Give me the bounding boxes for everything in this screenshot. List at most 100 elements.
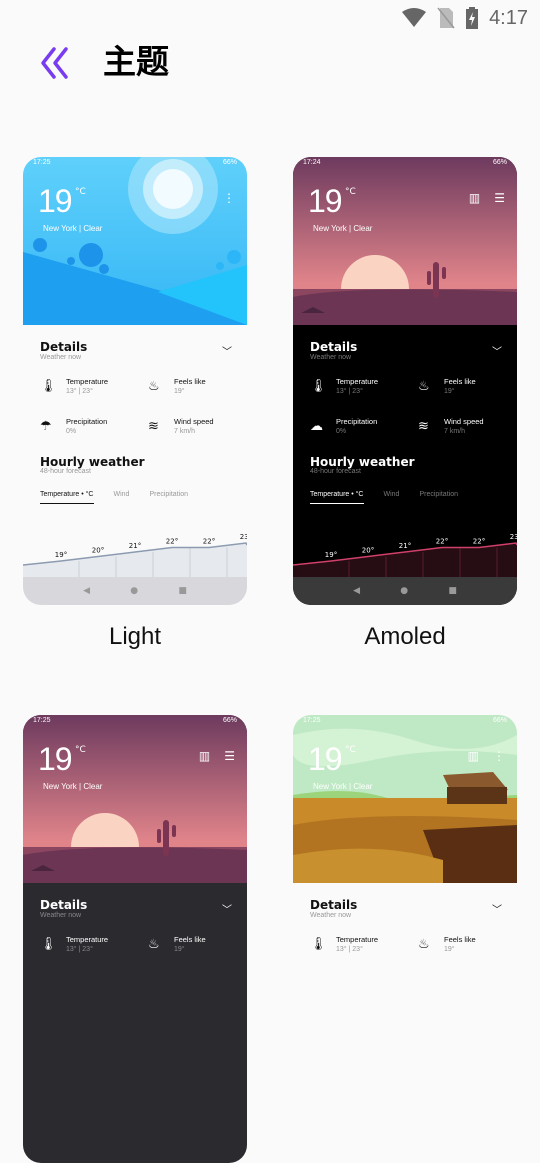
wind-icon: ≋ (418, 419, 429, 434)
theme-card-amoled[interactable]: 17:24 66% 19 °C New York | Clear ▥ ☰ Detai… (293, 157, 517, 605)
detail-item: ☂ Precipitation 0% (40, 417, 140, 447)
city-icon: ▥ (198, 749, 211, 763)
tab-0[interactable]: Temperature • °C (310, 491, 364, 504)
city-icon: ▥ (467, 749, 479, 763)
tab-2[interactable]: Precipitation (149, 491, 188, 504)
theme-card-option-3[interactable]: 17:25 66% 19 °C New York | Clear ▥ ☰ Detai… (23, 715, 247, 1163)
chart-label: 22° (166, 538, 178, 546)
detail-value: 13° | 23° (336, 388, 363, 395)
details-title: Details (40, 898, 88, 912)
hourly-tabs: Temperature • °C Wind Precipitation (310, 491, 458, 504)
hourly-title: Hourly weather (310, 455, 415, 469)
chart-label: 21° (399, 542, 411, 550)
double-chevron-left-icon (41, 47, 68, 79)
detail-label: Temperature (336, 935, 379, 944)
detail-value: 19° (174, 946, 185, 953)
chart-label: 21° (129, 542, 141, 550)
chart-label: 22° (203, 538, 215, 546)
detail-item: ≋ Wind speed 7 km/h (148, 417, 247, 447)
more-icon: ⋮ (223, 191, 235, 205)
detail-item: ♨ Feels like 19° (148, 935, 247, 965)
details-subtitle: Weather now (40, 354, 82, 361)
hourly-subtitle: 48-hour forecast (40, 468, 91, 475)
detail-value: 13° | 23° (66, 388, 93, 395)
battery-charging-icon (466, 7, 479, 29)
feels-like-icon: ♨ (418, 379, 430, 394)
wind-icon: ≋ (148, 419, 159, 434)
details-title: Details (310, 898, 358, 912)
chevron-down-icon: ﹀ (222, 347, 232, 358)
tab-2[interactable]: Precipitation (419, 491, 458, 504)
detail-item: ♨ Feels like 19° (418, 935, 517, 965)
menu-icon: ☰ (494, 191, 505, 205)
preview-status-bar: 17:24 66% (303, 159, 507, 166)
tab-1[interactable]: Wind (384, 491, 400, 504)
theme-label: Amoled (364, 623, 446, 650)
preview-time: 17:24 (303, 159, 321, 166)
preview-actions: ▥ ☰ (199, 749, 235, 763)
preview-body: Details Weather now ﹀ 🌡 Temperature 13° | 2… (293, 325, 517, 605)
wifi-icon (402, 8, 427, 27)
tab-1[interactable]: Wind (114, 491, 130, 504)
detail-item: 🌡 Temperature 13° | 23° (310, 935, 410, 965)
detail-label: Feels like (174, 377, 206, 386)
preview-nav-bar: ◀ ● ■ (293, 577, 517, 605)
detail-item: ☁ Precipitation 0% (310, 417, 410, 447)
preview-location: New York | Clear (43, 782, 103, 791)
theme-label: Light (108, 623, 162, 650)
tab-0[interactable]: Temperature • °C (40, 491, 94, 504)
preview-temperature: 19 (308, 741, 343, 777)
detail-value: 0% (66, 428, 77, 435)
thermometer-icon: 🌡 (40, 379, 57, 394)
detail-item: ♨ Feels like 19° (148, 377, 247, 407)
preview-temperature: 19 (308, 183, 343, 219)
hourly-chart: 19° 20° 21° 22° 22° 23° (293, 533, 517, 577)
detail-value: 19° (174, 388, 185, 395)
preview-temperature: 19 (38, 741, 73, 777)
detail-label: Wind speed (174, 417, 214, 426)
details-subtitle: Weather now (40, 912, 82, 919)
preview-status-bar: 17:25 66% (33, 159, 237, 166)
umbrella-icon: ☂ (40, 419, 52, 434)
detail-value: 19° (444, 388, 455, 395)
detail-label: Feels like (444, 377, 476, 386)
chevron-down-icon: ﹀ (492, 347, 502, 358)
chart-label: 22° (436, 538, 448, 546)
preview-battery: 66% (222, 717, 237, 724)
preview-actions: ▥ ☰ (469, 191, 505, 205)
detail-label: Precipitation (66, 417, 108, 426)
detail-value: 13° | 23° (336, 946, 363, 953)
cloud-rain-icon: ☁ (310, 419, 323, 434)
preview-location: New York | Clear (43, 224, 103, 233)
thermometer-icon: 🌡 (310, 379, 327, 394)
preview-unit: °C (345, 745, 356, 755)
detail-label: Temperature (66, 935, 109, 944)
hourly-title: Hourly weather (40, 455, 145, 469)
detail-value: 19° (444, 946, 455, 953)
chart-label: 20° (362, 547, 374, 555)
preview-body: Details Weather now ﹀ 🌡 Temperature 13° | 2… (293, 883, 517, 1163)
preview-status-bar: 17:25 66% (33, 717, 237, 724)
thermometer-icon: 🌡 (40, 937, 57, 952)
detail-item: 🌡 Temperature 13° | 23° (40, 935, 140, 965)
hourly-tabs: Temperature • °C Wind Precipitation (40, 491, 188, 504)
preview-nav-bar: ◀ ● ■ (23, 577, 247, 605)
details-subtitle: Weather now (310, 912, 352, 919)
app-header: 主题 (0, 40, 540, 84)
preview-unit: °C (75, 187, 86, 197)
chart-label: 22° (473, 538, 485, 546)
preview-body: Details Weather now ﹀ 🌡 Temperature 13° | 2… (23, 325, 247, 605)
hero-image: 17:25 66% 19 °C New York | Clear ▥ ⋮ (293, 715, 517, 883)
detail-label: Temperature (66, 377, 109, 386)
clock: 4:17 (489, 6, 528, 29)
detail-value: 13° | 23° (66, 946, 93, 953)
theme-card-light[interactable]: 17:25 66% 19 °C New York | Clear ⋮ Detail… (23, 157, 247, 605)
detail-label: Feels like (444, 935, 476, 944)
back-button[interactable] (40, 46, 72, 80)
detail-item: 🌡 Temperature 13° | 23° (310, 377, 410, 407)
details-title: Details (310, 340, 358, 354)
home-nav-icon: ● (130, 586, 139, 596)
back-nav-icon: ◀ (83, 586, 91, 596)
theme-card-option-4[interactable]: 17:25 66% 19 °C New York | Clear ▥ ⋮ Detai… (293, 715, 517, 1163)
hourly-chart: 19° 20° 21° 22° 22° 23° (23, 533, 247, 577)
